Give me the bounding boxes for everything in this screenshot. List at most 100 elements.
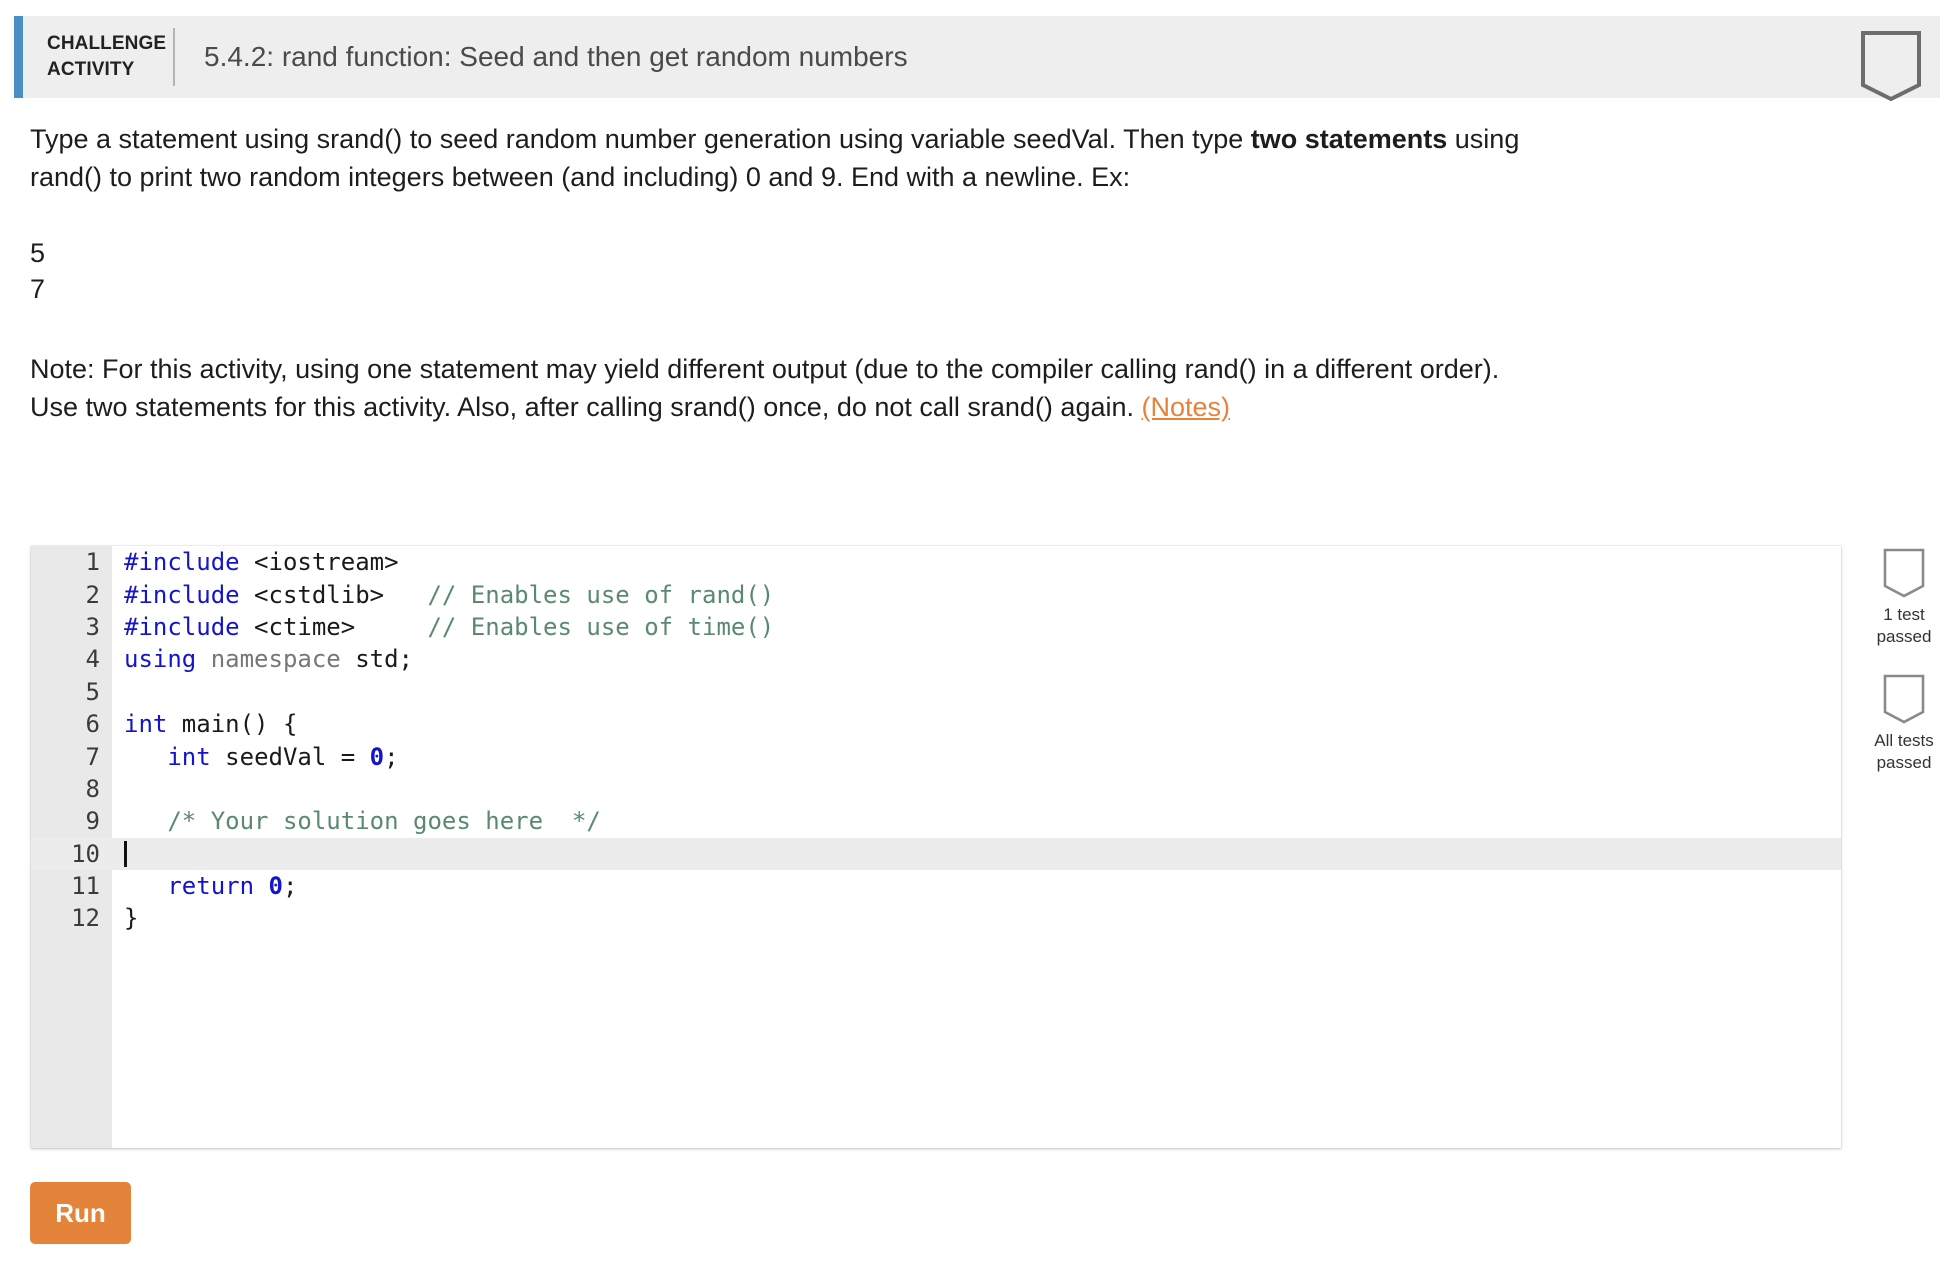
code-token: 0	[268, 872, 283, 901]
example-output-line: 5	[30, 237, 46, 268]
test-label-line: All tests	[1874, 731, 1934, 751]
code-line-text[interactable]: return 0;	[112, 872, 297, 900]
prompt-note-paragraph: Note: For this activity, using one state…	[30, 350, 1520, 427]
test-status-label-2: All tests passed	[1856, 730, 1952, 774]
line-number: 8	[85, 774, 100, 803]
code-token: #include	[124, 548, 240, 577]
code-token: namespace	[210, 645, 341, 674]
note-text: Note: For this activity, using one state…	[30, 353, 1500, 422]
code-token: int	[167, 742, 211, 771]
notes-link[interactable]: (Notes)	[1142, 392, 1231, 422]
test-label-line: passed	[1876, 753, 1932, 773]
code-line-text[interactable]: int main() {	[112, 710, 297, 738]
code-token: using	[124, 645, 197, 674]
test-status-label-1: 1 test passed	[1856, 604, 1952, 648]
code-lines-container[interactable]: 1 #include <iostream> 2 #include <cstdlib> …	[31, 546, 1841, 935]
pennant-icon	[1860, 30, 1922, 102]
code-line[interactable]: 11 return 0;	[31, 870, 1841, 902]
code-token: <iostream>	[254, 548, 399, 577]
code-token: }	[124, 904, 139, 933]
line-number: 7	[85, 742, 100, 771]
code-line[interactable]: 5	[31, 676, 1841, 708]
prompt-area: Type a statement using srand() to seed r…	[30, 112, 1520, 426]
line-number: 9	[85, 807, 100, 836]
code-line-text[interactable]	[112, 840, 127, 868]
line-number: 3	[85, 612, 100, 641]
line-number: 2	[85, 580, 100, 609]
line-number: 10	[71, 839, 100, 868]
code-token: =	[340, 742, 356, 771]
code-token: ;	[384, 742, 399, 771]
code-token: 0	[369, 742, 385, 771]
code-token: seedVal	[210, 742, 341, 771]
code-token: int	[124, 710, 168, 739]
activity-title: 5.4.2: rand function: Seed and then get …	[204, 41, 908, 72]
code-token: // Enables use of time()	[427, 612, 775, 641]
code-line-text[interactable]: #include <cstdlib> // Enables use of ran…	[112, 581, 774, 609]
code-token: #include	[124, 580, 240, 609]
test-status-item: All tests passed	[1856, 674, 1952, 774]
example-output-line: 7	[30, 274, 46, 305]
line-number: 4	[85, 645, 100, 674]
code-line-text[interactable]: /* Your solution goes here */	[112, 807, 601, 836]
prompt-paragraph-1: Type a statement using srand() to seed r…	[30, 120, 1520, 197]
code-token: /* Your solution goes here */	[167, 807, 601, 836]
header-divider	[173, 28, 175, 86]
code-token: <ctime>	[254, 612, 356, 641]
prompt-p1-part1: Type a statement using srand() to seed r…	[30, 124, 1251, 154]
challenge-activity-header: CHALLENGE ACTIVITY 5.4.2: rand function:…	[14, 16, 1940, 102]
code-token: ;	[282, 872, 298, 901]
code-token: return	[167, 872, 255, 901]
run-button[interactable]: Run	[30, 1182, 131, 1244]
code-line[interactable]: 9 /* Your solution goes here */	[31, 805, 1841, 837]
test-status-item: 1 test passed	[1856, 548, 1952, 648]
line-number: 1	[85, 548, 100, 577]
code-token: #include	[124, 612, 240, 641]
code-token: std;	[340, 645, 413, 674]
code-line[interactable]: 7 int seedVal = 0;	[31, 740, 1841, 772]
code-line[interactable]: 12}	[31, 902, 1841, 934]
code-line[interactable]: 8	[31, 773, 1841, 805]
test-label-line: passed	[1876, 627, 1932, 647]
test-label-line: 1 test	[1883, 605, 1925, 624]
prompt-p1-bold: two statements	[1250, 124, 1448, 154]
code-line[interactable]: 2 #include <cstdlib> // Enables use of ra…	[31, 578, 1841, 610]
badge-line-2: ACTIVITY	[47, 59, 135, 80]
code-token: // Enables use of rand()	[427, 580, 775, 609]
code-line[interactable]: 6 int main() {	[31, 708, 1841, 740]
challenge-activity-badge: CHALLENGE ACTIVITY	[47, 31, 167, 82]
badge-line-1: CHALLENGE	[47, 33, 167, 55]
pennant-icon	[1856, 548, 1952, 598]
code-line-text[interactable]: using namespace std;	[112, 645, 413, 673]
code-line-text[interactable]: int seedVal = 0;	[112, 742, 399, 771]
line-number: 6	[85, 710, 100, 739]
header-accent-bar	[14, 16, 23, 98]
line-number: 12	[71, 904, 100, 933]
code-token: main() {	[167, 710, 298, 739]
pennant-icon	[1856, 674, 1952, 724]
line-number: 5	[85, 677, 100, 706]
code-line-text[interactable]: }	[112, 904, 138, 932]
code-line[interactable]: 4 using namespace std;	[31, 643, 1841, 675]
code-line-text[interactable]: #include <iostream>	[112, 548, 399, 576]
text-cursor	[124, 840, 127, 867]
code-editor[interactable]: 1 #include <iostream> 2 #include <cstdlib> …	[31, 546, 1841, 1148]
test-status-sidebar: 1 test passed All tests passed	[1856, 548, 1952, 800]
code-line-text[interactable]: #include <ctime> // Enables use of time(…	[112, 613, 774, 641]
code-line[interactable]: 1 #include <iostream>	[31, 546, 1841, 578]
code-line[interactable]: 10	[31, 837, 1841, 870]
line-number: 11	[71, 872, 100, 901]
code-line[interactable]: 3 #include <ctime> // Enables use of time…	[31, 611, 1841, 643]
code-token: <cstdlib>	[254, 580, 385, 609]
